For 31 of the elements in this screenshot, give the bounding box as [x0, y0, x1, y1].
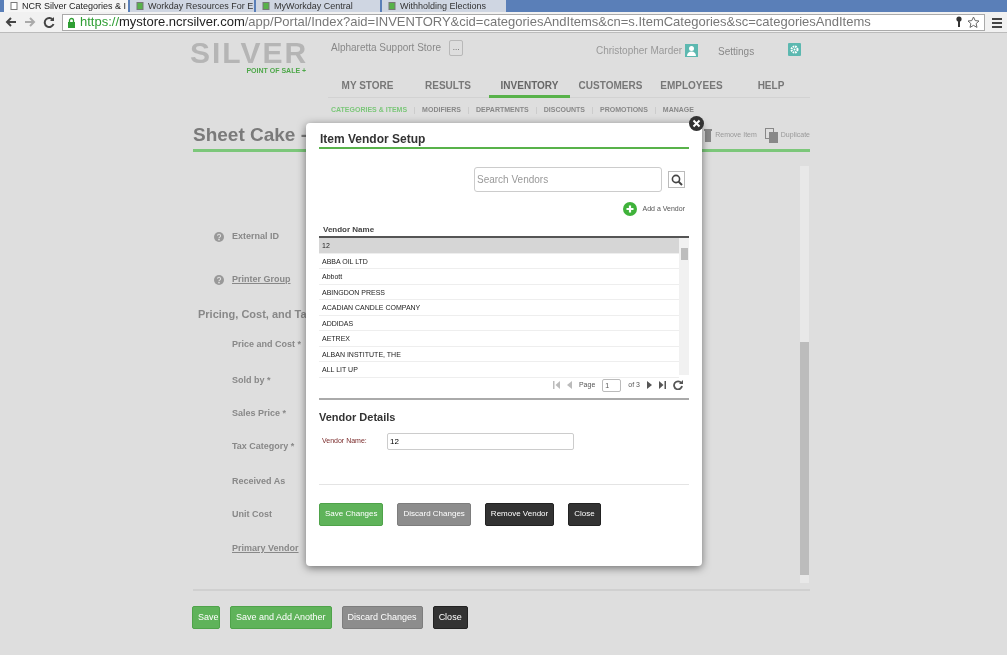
- item-title: Sheet Cake -: [193, 123, 308, 148]
- action-button: Save Changes: [319, 502, 384, 526]
- column-header: Vendor Name: [322, 224, 376, 236]
- browser-tab[interactable]: Workday Resources For E: [130, 0, 254, 12]
- address-bar[interactable]: https://mystore.ncrsilver.com/app/Portal/Index?aid=INVENTORY&cid=categoriesAndItems&cn=s.ItemCategories&sc=categoriesAndItems: [62, 13, 985, 31]
- field-label: External ID: [232, 230, 280, 243]
- section-heading: Vendor Details: [319, 410, 397, 425]
- field-label: Sold by *: [232, 374, 271, 387]
- url-text: https://mystore.ncrsilver.com/app/Portal/Index?aid=INVENTORY&cid=categoriesAndItems&cn=s.ItemCategories&sc=categoriesAndItems: [80, 13, 871, 32]
- store-menu-button[interactable]: ...: [449, 40, 464, 56]
- field-label: Unit Cost: [232, 508, 272, 521]
- browser-tab[interactable]: NCR Silver Categories & I: [4, 0, 128, 12]
- action-button[interactable]: Close: [568, 502, 601, 526]
- action-button: Save: [192, 606, 220, 629]
- nav-tab[interactable]: INVENTORY: [489, 77, 570, 98]
- store-name: Alpharetta Support Store: [331, 41, 442, 55]
- action-button[interactable]: Close: [432, 606, 468, 629]
- dialog-title: Item Vendor Setup: [319, 130, 689, 149]
- browser-tab[interactable]: Withholding Elections: [382, 0, 506, 12]
- field-label: Sales Price *: [232, 407, 287, 420]
- browser-tab[interactable]: MyWorkday Central: [256, 0, 380, 12]
- vendor-name-field[interactable]: 12: [387, 432, 574, 450]
- field-label: Tax Category *: [232, 440, 295, 453]
- search-field[interactable]: Search Vendors: [474, 167, 662, 192]
- field-label: Received As: [232, 475, 286, 488]
- action-button[interactable]: Remove Vendor: [484, 502, 555, 526]
- action-button: Discard Changes: [341, 606, 423, 629]
- field-label: Price and Cost *: [232, 338, 302, 351]
- section-heading: Pricing, Cost, and Ta: [198, 307, 307, 322]
- action-button: Save and Add Another: [230, 606, 332, 629]
- action-button: Discard Changes: [397, 502, 471, 526]
